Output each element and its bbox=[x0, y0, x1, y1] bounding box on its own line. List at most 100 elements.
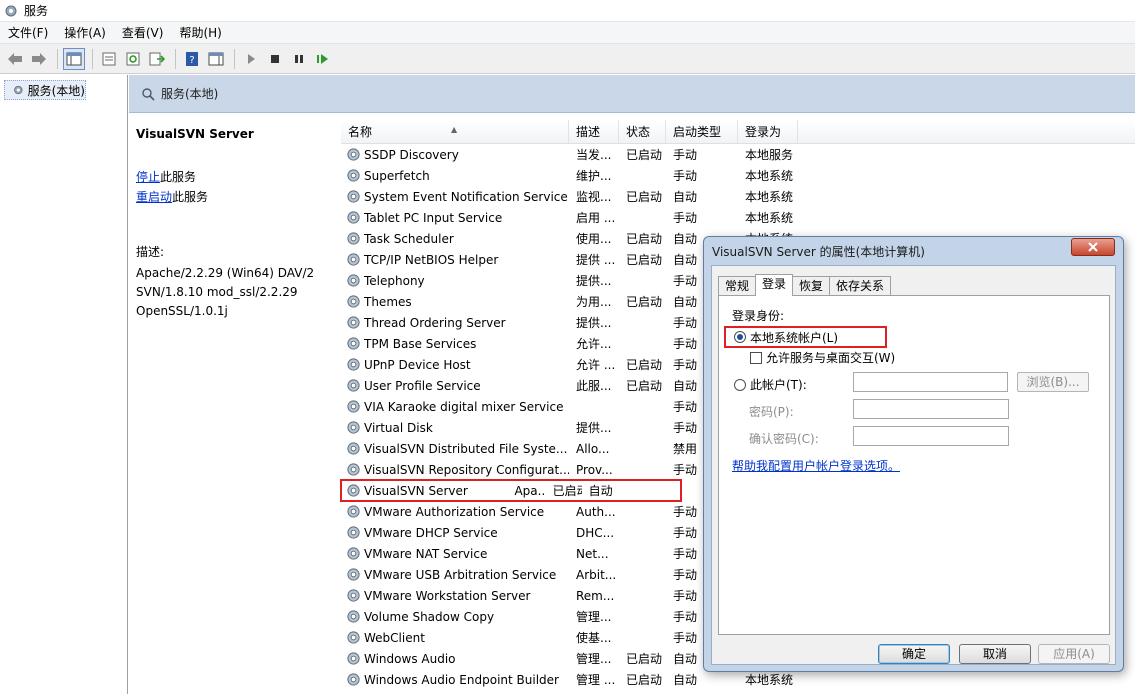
cancel-button[interactable]: 取消 bbox=[959, 644, 1031, 664]
toolbar: ? bbox=[0, 44, 1135, 74]
column-header-logon-as[interactable]: 登录为 bbox=[738, 120, 798, 143]
allow-desktop-checkbox[interactable] bbox=[750, 351, 762, 364]
service-gear-icon bbox=[347, 463, 360, 476]
service-gear-icon bbox=[347, 274, 360, 287]
console-tree-icon bbox=[66, 52, 82, 65]
sort-ascending-icon: ▲ bbox=[451, 125, 458, 134]
browse-button[interactable]: 浏览(B)... bbox=[1017, 372, 1089, 392]
back-button[interactable] bbox=[4, 48, 26, 70]
menu-view[interactable]: 查看(V) bbox=[114, 22, 172, 44]
service-desc-cell: 管理... bbox=[576, 610, 612, 624]
stop-service-link[interactable]: 停止 bbox=[136, 170, 160, 184]
tree-item-services-local[interactable]: 服务(本地) bbox=[4, 80, 86, 100]
account-name-field[interactable] bbox=[853, 372, 1008, 392]
restart-icon bbox=[317, 53, 328, 64]
tab-logon[interactable]: 登录 bbox=[755, 274, 794, 296]
stop-service-button[interactable] bbox=[264, 48, 286, 70]
start-service-button[interactable] bbox=[240, 48, 262, 70]
refresh-button[interactable] bbox=[122, 48, 144, 70]
service-desc-cell: 使用... bbox=[576, 232, 612, 246]
apply-button[interactable]: 应用(A) bbox=[1038, 644, 1110, 664]
service-name-cell: Superfetch bbox=[341, 168, 569, 183]
service-name-cell: Task Scheduler bbox=[341, 231, 569, 246]
this-account-label: 此帐户(T): bbox=[750, 378, 807, 392]
service-gear-icon bbox=[347, 589, 360, 602]
export-list-button[interactable] bbox=[146, 48, 168, 70]
service-desc-cell: 当发... bbox=[576, 148, 612, 162]
selected-service-title: VisualSVN Server bbox=[136, 127, 254, 141]
forward-button[interactable] bbox=[28, 48, 50, 70]
allow-desktop-interact-option[interactable]: 允许服务与桌面交互(W) bbox=[750, 349, 895, 366]
table-row[interactable]: Superfetch 维护... 手动 本地系统 bbox=[341, 165, 1135, 186]
show-console-tree-button[interactable] bbox=[63, 47, 85, 70]
window-titlebar: 服务 bbox=[0, 0, 1135, 22]
services-gear-icon bbox=[5, 5, 17, 16]
table-row[interactable]: VisualSVN Server Apa... 已启动自动 bbox=[340, 479, 682, 502]
service-desc-cell: Auth... bbox=[576, 504, 616, 519]
menu-file[interactable]: 文件(F) bbox=[0, 22, 56, 44]
restart-service-button[interactable] bbox=[312, 48, 334, 70]
play-icon bbox=[248, 53, 255, 64]
local-system-radio[interactable] bbox=[734, 331, 746, 343]
description-text: Apache/2.2.29 (Win64) DAV/2 SVN/1.8.10 m… bbox=[136, 266, 315, 318]
menu-help[interactable]: 帮助(H) bbox=[171, 22, 229, 44]
service-name-cell: User Profile Service bbox=[341, 378, 569, 393]
svg-text:?: ? bbox=[189, 55, 194, 66]
service-desc-cell: 管理... bbox=[576, 652, 612, 666]
action-pane-icon bbox=[208, 52, 224, 65]
ok-button[interactable]: 确定 bbox=[878, 644, 950, 664]
restart-service-link[interactable]: 重启动 bbox=[136, 190, 172, 204]
service-desc-cell: 监视... bbox=[576, 190, 612, 204]
column-header-description[interactable]: 描述 bbox=[569, 120, 619, 143]
service-name-cell: SSDP Discovery bbox=[341, 147, 569, 162]
this-account-radio[interactable] bbox=[734, 378, 746, 391]
dialog-close-button[interactable] bbox=[1071, 238, 1115, 256]
column-header-status[interactable]: 状态 bbox=[619, 120, 666, 143]
service-status-cell: 已启动 bbox=[626, 673, 663, 687]
window-title: 服务 bbox=[24, 4, 49, 18]
search-icon bbox=[142, 87, 155, 101]
service-desc-cell: DHC... bbox=[576, 525, 615, 540]
service-name-cell: Thread Ordering Server bbox=[341, 315, 569, 330]
logon-help-link[interactable]: 帮助我配置用户帐户登录选项。 bbox=[732, 457, 900, 474]
tab-general[interactable]: 常规 bbox=[718, 276, 757, 296]
service-name-cell: Virtual Disk bbox=[341, 420, 569, 435]
service-desc-cell: Allo... bbox=[576, 441, 610, 456]
table-row[interactable]: Windows Audio Endpoint Builder 管理 ... 已启动自… bbox=[341, 669, 1135, 690]
help-button[interactable]: ? bbox=[181, 48, 203, 70]
show-action-pane-button[interactable] bbox=[205, 48, 227, 70]
service-status-cell: 已启动 bbox=[626, 148, 663, 162]
table-row[interactable]: System Event Notification Service 监视... 已启… bbox=[341, 186, 1135, 207]
this-account-option[interactable]: 此帐户(T): bbox=[734, 376, 807, 393]
service-logon-cell: 本地系统 bbox=[745, 673, 794, 687]
service-startup-cell: 手动 bbox=[673, 169, 698, 183]
tab-dependencies[interactable]: 依存关系 bbox=[829, 276, 892, 296]
service-name-cell: VMware USB Arbitration Service bbox=[341, 567, 569, 582]
local-system-account-option[interactable]: 本地系统帐户(L) bbox=[724, 326, 887, 348]
column-header-startup-type[interactable]: 启动类型 bbox=[666, 120, 738, 143]
password-field[interactable] bbox=[853, 399, 1009, 419]
properties-button[interactable] bbox=[98, 48, 120, 70]
tab-recovery[interactable]: 恢复 bbox=[792, 276, 831, 296]
tree-item-label: 服务(本地) bbox=[27, 83, 85, 98]
service-desc-cell: 使基... bbox=[576, 631, 612, 645]
service-status-cell: 已启动 bbox=[626, 253, 663, 267]
service-name-cell: System Event Notification Service bbox=[341, 189, 569, 204]
column-header-name[interactable]: ▲ 名称 bbox=[341, 120, 569, 143]
service-name-cell: VIA Karaoke digital mixer Service bbox=[341, 399, 569, 414]
table-row[interactable]: SSDP Discovery 当发... 已启动 手动 本地服务 bbox=[341, 144, 1135, 165]
menu-action[interactable]: 操作(A) bbox=[56, 22, 114, 44]
service-gear-icon bbox=[347, 190, 360, 203]
service-name-cell: VMware Workstation Server bbox=[341, 588, 569, 603]
dialog-title: VisualSVN Server 的属性(本地计算机) bbox=[712, 245, 925, 259]
service-gear-icon bbox=[347, 610, 360, 623]
confirm-password-field[interactable] bbox=[853, 426, 1009, 446]
service-gear-icon bbox=[347, 400, 360, 413]
service-gear-icon bbox=[347, 484, 360, 497]
service-name-cell: UPnP Device Host bbox=[341, 357, 569, 372]
pause-service-button[interactable] bbox=[288, 48, 310, 70]
service-status-cell: 已启动 bbox=[626, 358, 663, 372]
arrow-right-icon bbox=[32, 52, 46, 65]
table-row[interactable]: Tablet PC Input Service 启用 ... 手动 本地系统 bbox=[341, 207, 1135, 228]
service-gear-icon bbox=[347, 526, 360, 539]
